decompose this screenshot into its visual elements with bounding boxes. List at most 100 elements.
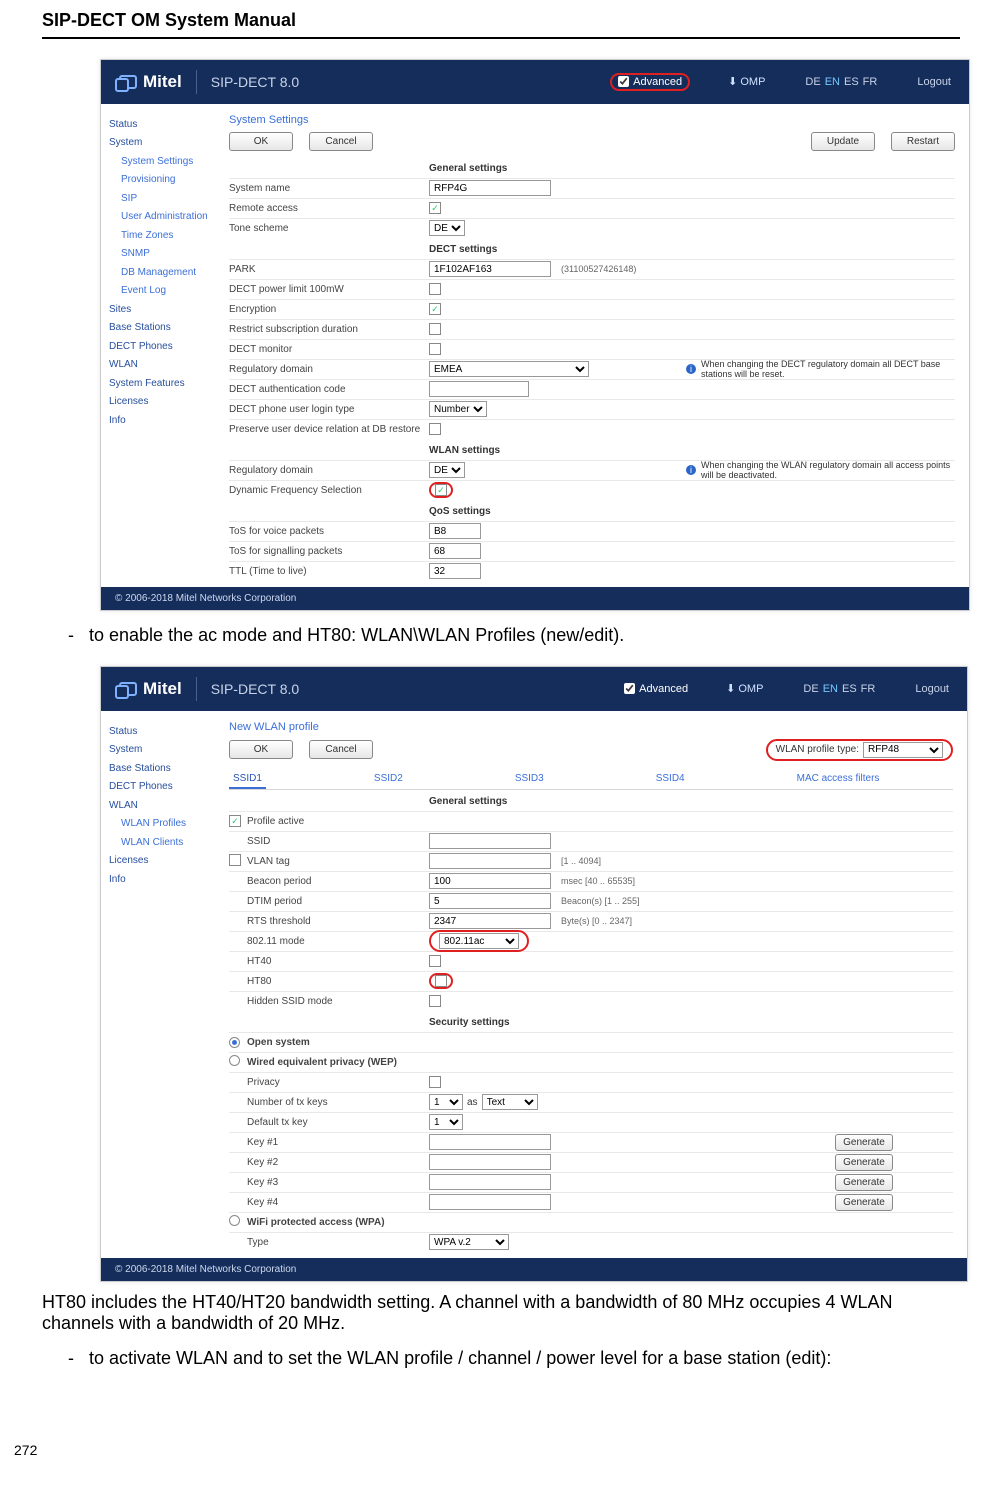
sidebar-item-timezones[interactable]: Time Zones [109, 227, 221, 246]
sidebar-item-system[interactable]: System [109, 134, 221, 153]
caption-2: - to activate WLAN and to set the WLAN p… [86, 1348, 960, 1369]
sidebar-item-dectphones[interactable]: DECT Phones [109, 778, 221, 797]
select-tone[interactable]: DE [429, 220, 465, 236]
sidebar-item-sites[interactable]: Sites [109, 301, 221, 320]
omp-link[interactable]: ⬇ OMP [728, 75, 765, 88]
input-k3[interactable] [429, 1174, 551, 1190]
sidebar-item-wlan-clients[interactable]: WLAN Clients [109, 834, 221, 853]
select-keyformat[interactable]: Text [482, 1094, 538, 1110]
sidebar-item-basestations[interactable]: Base Stations [109, 760, 221, 779]
input-rts[interactable] [429, 913, 551, 929]
generate-button-4[interactable]: Generate [835, 1194, 893, 1211]
sidebar-item-systemfeatures[interactable]: System Features [109, 375, 221, 394]
input-k1[interactable] [429, 1134, 551, 1150]
sidebar-item-provisioning[interactable]: Provisioning [109, 171, 221, 190]
select-mode[interactable]: 802.11ac [439, 933, 519, 949]
radio-open[interactable] [229, 1037, 240, 1048]
sidebar-item-wlan[interactable]: WLAN [109, 356, 221, 375]
sidebar-item-status[interactable]: Status [109, 116, 221, 135]
advanced-highlight: Advanced [610, 73, 690, 91]
sidebar-item-licenses[interactable]: Licenses [109, 852, 221, 871]
select-regd2[interactable]: DE [429, 462, 465, 478]
tab-mac[interactable]: MAC access filters [793, 773, 884, 789]
label-wpa: WiFi protected access (WPA) [247, 1217, 547, 1228]
input-k2[interactable] [429, 1154, 551, 1170]
cb-vlan[interactable] [229, 854, 241, 866]
input-ssid[interactable] [429, 833, 551, 849]
main-panel: System Settings OK Cancel Update Restart… [221, 104, 969, 587]
sidebar-item-info[interactable]: Info [109, 871, 221, 890]
omp-link[interactable]: ⬇ OMP [726, 682, 763, 695]
select-defkey[interactable]: 1 [429, 1114, 463, 1130]
cb-monitor[interactable] [429, 343, 441, 355]
select-numkeys[interactable]: 1 [429, 1094, 463, 1110]
cb-dfs[interactable]: ✓ [435, 484, 447, 496]
input-toss[interactable] [429, 543, 481, 559]
cb-hidden[interactable] [429, 995, 441, 1007]
language-switch[interactable]: DEENESFR [803, 76, 879, 88]
input-tosv[interactable] [429, 523, 481, 539]
logout-link[interactable]: Logout [917, 76, 951, 88]
ok-button[interactable]: OK [229, 132, 293, 151]
cancel-button[interactable]: Cancel [309, 132, 373, 151]
language-switch[interactable]: DEENESFR [801, 683, 877, 695]
tab-ssid1[interactable]: SSID1 [229, 773, 266, 789]
advanced-toggle[interactable]: Advanced [618, 76, 682, 88]
cancel-button[interactable]: Cancel [309, 740, 373, 759]
sidebar-item-system[interactable]: System [109, 741, 221, 760]
input-vlan[interactable] [429, 853, 551, 869]
advanced-checkbox[interactable] [618, 76, 629, 87]
sidebar-item-licenses[interactable]: Licenses [109, 393, 221, 412]
label-ttl: TTL (Time to live) [229, 566, 429, 577]
ok-button[interactable]: OK [229, 740, 293, 759]
sidebar-item-user-admin[interactable]: User Administration [109, 208, 221, 227]
input-beacon[interactable] [429, 873, 551, 889]
cb-remote[interactable]: ✓ [429, 202, 441, 214]
input-ttl[interactable] [429, 563, 481, 579]
select-regd[interactable]: EMEA [429, 361, 589, 377]
label-pwr: DECT power limit 100mW [229, 284, 429, 295]
select-login[interactable]: Number [429, 401, 487, 417]
generate-button-2[interactable]: Generate [835, 1154, 893, 1171]
restart-button[interactable]: Restart [891, 132, 955, 151]
cb-ht80[interactable] [435, 975, 447, 987]
sidebar-item-wlan[interactable]: WLAN [109, 797, 221, 816]
generate-button-3[interactable]: Generate [835, 1174, 893, 1191]
sidebar-item-sip[interactable]: SIP [109, 190, 221, 209]
tab-ssid3[interactable]: SSID3 [511, 773, 548, 789]
sidebar-item-db[interactable]: DB Management [109, 264, 221, 283]
update-button[interactable]: Update [811, 132, 875, 151]
tab-ssid2[interactable]: SSID2 [370, 773, 407, 789]
cb-active[interactable]: ✓ [229, 815, 241, 827]
label-as: as [467, 1097, 478, 1108]
radio-wep[interactable] [229, 1055, 240, 1066]
cb-priv[interactable] [429, 1076, 441, 1088]
cb-restrict[interactable] [429, 323, 441, 335]
advanced-checkbox[interactable] [624, 683, 635, 694]
tab-ssid4[interactable]: SSID4 [652, 773, 689, 789]
cb-preserve[interactable] [429, 423, 441, 435]
footer: © 2006-2018 Mitel Networks Corporation [101, 587, 969, 610]
sidebar-item-wlan-profiles[interactable]: WLAN Profiles [109, 815, 221, 834]
select-profile-type[interactable]: RFP48 [863, 742, 943, 758]
input-sysname[interactable] [429, 180, 551, 196]
logout-link[interactable]: Logout [915, 683, 949, 695]
input-park[interactable] [429, 261, 551, 277]
sidebar-item-snmp[interactable]: SNMP [109, 245, 221, 264]
generate-button-1[interactable]: Generate [835, 1134, 893, 1151]
sidebar-item-dectphones[interactable]: DECT Phones [109, 338, 221, 357]
input-auth[interactable] [429, 381, 529, 397]
advanced-toggle[interactable]: Advanced [624, 683, 688, 695]
sidebar-item-info[interactable]: Info [109, 412, 221, 431]
sidebar-item-status[interactable]: Status [109, 723, 221, 742]
sidebar-item-system-settings[interactable]: System Settings [109, 153, 221, 172]
cb-ht40[interactable] [429, 955, 441, 967]
cb-enc[interactable]: ✓ [429, 303, 441, 315]
sidebar-item-basestations[interactable]: Base Stations [109, 319, 221, 338]
sidebar-item-eventlog[interactable]: Event Log [109, 282, 221, 301]
radio-wpa[interactable] [229, 1215, 240, 1226]
select-wpatype[interactable]: WPA v.2 [429, 1234, 509, 1250]
cb-pwr[interactable] [429, 283, 441, 295]
input-k4[interactable] [429, 1194, 551, 1210]
input-dtim[interactable] [429, 893, 551, 909]
